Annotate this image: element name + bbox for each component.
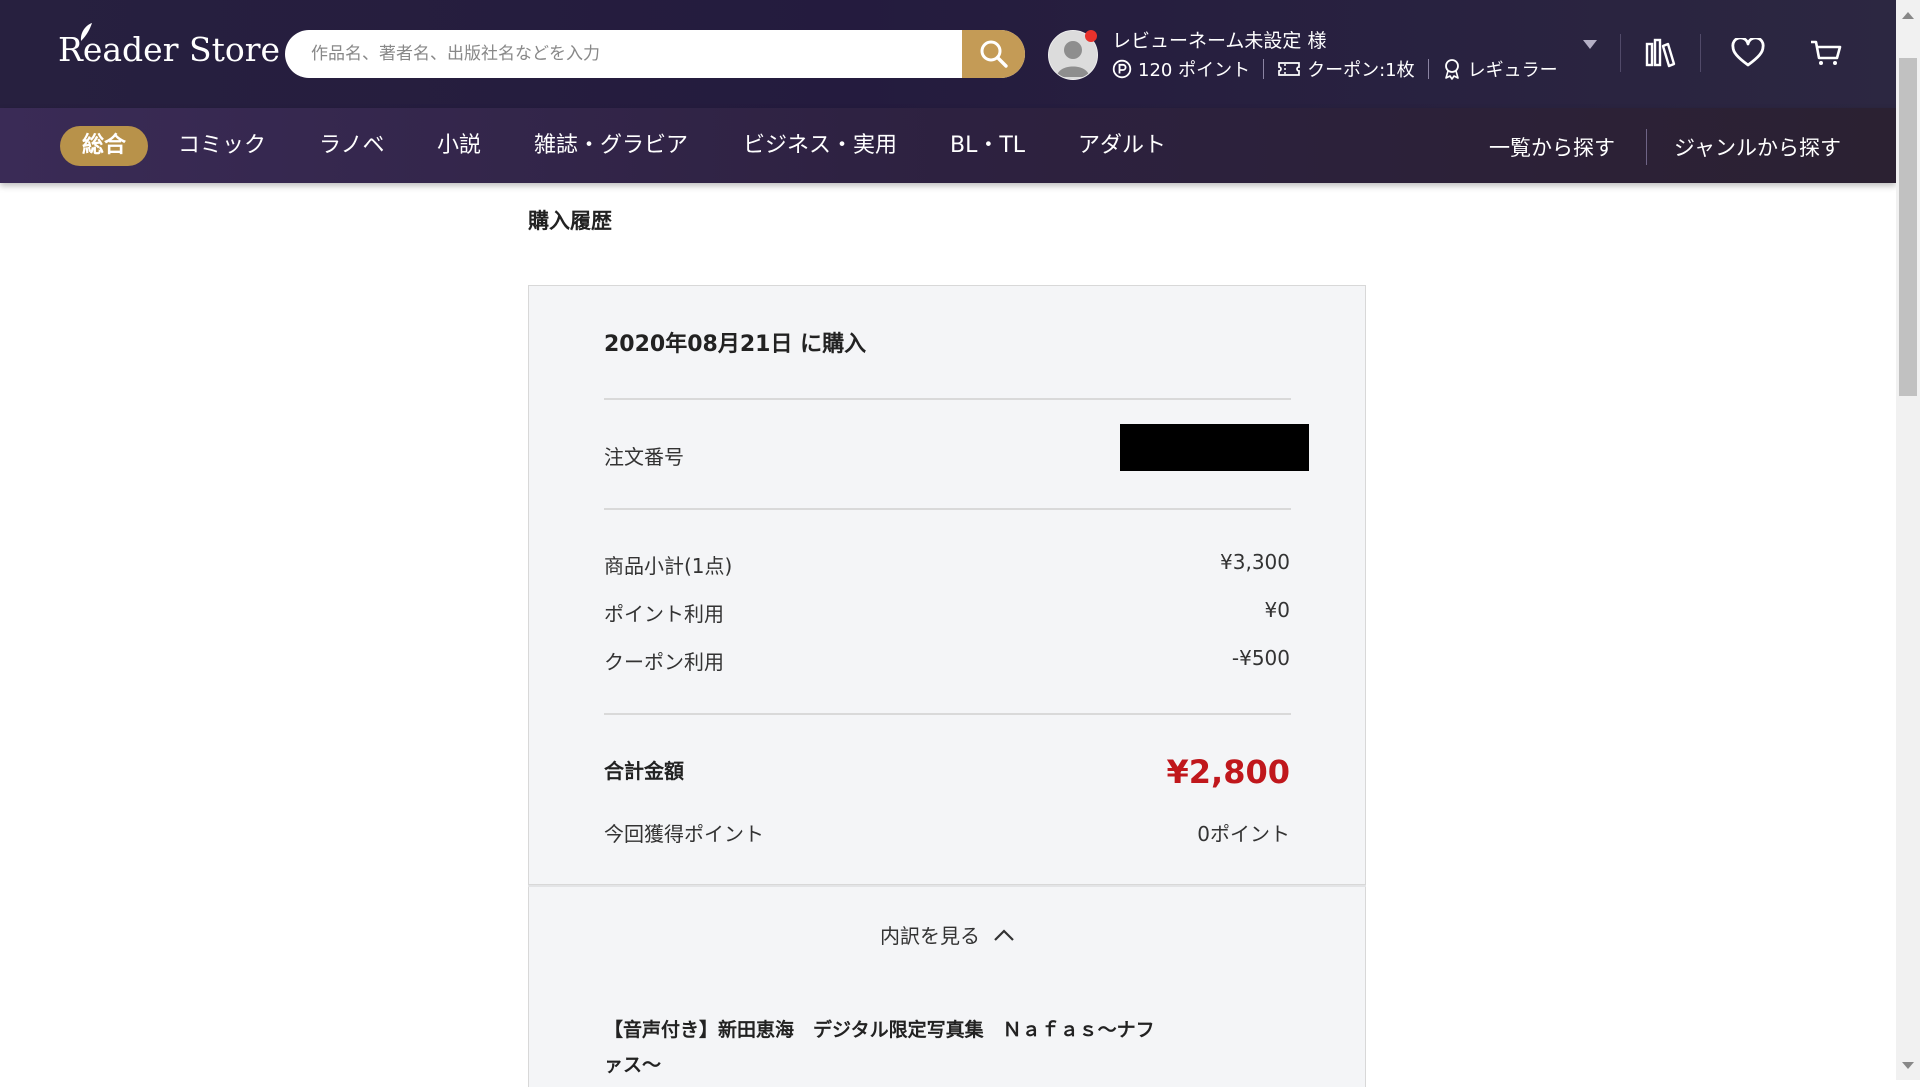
subtotal-label: 商品小計(1点) bbox=[604, 554, 733, 578]
coupon-used-label: クーポン利用 bbox=[604, 650, 724, 674]
browse-list-link[interactable]: 一覧から探す bbox=[1489, 128, 1615, 168]
points-text: 120 ポイント bbox=[1138, 60, 1251, 81]
header-divider bbox=[1620, 34, 1621, 72]
library-button[interactable] bbox=[1641, 33, 1681, 73]
search-bar bbox=[285, 30, 1025, 78]
leaf-icon bbox=[80, 23, 92, 41]
points-used-label: ポイント利用 bbox=[604, 602, 724, 626]
chevron-up-icon bbox=[994, 928, 1014, 941]
user-name[interactable]: レビューネーム未設定 様 bbox=[1112, 26, 1326, 53]
nav-item-adult[interactable]: アダルト bbox=[1078, 126, 1166, 166]
order-card bbox=[528, 285, 1366, 885]
search-button[interactable] bbox=[962, 30, 1025, 78]
details-toggle-button[interactable]: 内訳を見る bbox=[880, 920, 1016, 949]
nav-item-bl-tl[interactable]: BL・TL bbox=[950, 126, 1025, 166]
cart-icon bbox=[1811, 40, 1842, 65]
nav-item-general[interactable]: 総合 bbox=[60, 126, 149, 166]
nav-item-comic[interactable]: コミック bbox=[178, 126, 266, 166]
search-icon bbox=[980, 40, 1008, 68]
points-used-value: ¥0 bbox=[1264, 598, 1290, 622]
coupon-used-value: -¥500 bbox=[1231, 646, 1290, 670]
heart-icon bbox=[1731, 38, 1765, 67]
stats-divider bbox=[1427, 59, 1429, 79]
page-title: 購入履歴 bbox=[528, 209, 612, 233]
scrollbar-thumb[interactable] bbox=[1899, 58, 1917, 396]
cart-button[interactable] bbox=[1806, 33, 1846, 73]
redacted-order-number bbox=[1120, 424, 1309, 471]
wishlist-button[interactable] bbox=[1728, 33, 1768, 73]
divider bbox=[604, 398, 1291, 400]
user-stats: 120 ポイント クーポン:1枚 レギュラー bbox=[1112, 56, 1558, 82]
nav-item-novel[interactable]: 小説 bbox=[437, 126, 481, 166]
order-number-label: 注文番号 bbox=[604, 445, 684, 469]
coupon-stat[interactable]: クーポン:1枚 bbox=[1277, 56, 1415, 82]
browse-genre-link[interactable]: ジャンルから探す bbox=[1674, 128, 1841, 168]
ticket-icon bbox=[1278, 62, 1300, 76]
library-icon bbox=[1645, 38, 1676, 68]
nav-item-business[interactable]: ビジネス・実用 bbox=[743, 126, 897, 166]
details-toggle-label: 内訳を見る bbox=[880, 924, 980, 948]
purchase-date: 2020年08月21日 に購入 bbox=[604, 332, 867, 357]
search-input[interactable] bbox=[285, 30, 965, 78]
top-header: Reader Store レビューネーム未設定 様 120 ポイント bbox=[0, 0, 1896, 108]
divider bbox=[604, 713, 1291, 715]
rank-badge-icon bbox=[1444, 59, 1459, 80]
divider bbox=[604, 508, 1291, 510]
notification-dot bbox=[1085, 30, 1097, 42]
coupon-text: クーポン:1枚 bbox=[1307, 60, 1415, 81]
scroll-up-arrow-icon[interactable] bbox=[1902, 12, 1914, 19]
category-nav: 総合 コミック ラノベ 小説 雑誌・グラビア ビジネス・実用 BL・TL アダル… bbox=[0, 108, 1896, 183]
reader-store-logo[interactable]: Reader Store bbox=[58, 23, 280, 69]
rank-stat[interactable]: レギュラー bbox=[1442, 56, 1558, 82]
points-stat[interactable]: 120 ポイント bbox=[1112, 56, 1250, 82]
points-icon bbox=[1112, 59, 1132, 79]
total-label: 合計金額 bbox=[604, 759, 684, 783]
earned-points-label: 今回獲得ポイント bbox=[604, 822, 764, 846]
total-value: ¥2,800 bbox=[1166, 753, 1290, 791]
chevron-down-icon[interactable] bbox=[1583, 40, 1597, 49]
nav-item-magazine[interactable]: 雑誌・グラビア bbox=[534, 126, 688, 166]
rank-text: レギュラー bbox=[1467, 60, 1558, 81]
header-divider bbox=[1700, 34, 1701, 72]
earned-points-value: 0ポイント bbox=[1197, 822, 1290, 846]
nav-divider bbox=[1646, 129, 1647, 165]
nav-item-light-novel[interactable]: ラノベ bbox=[319, 126, 385, 166]
stats-divider bbox=[1263, 59, 1265, 79]
item-title[interactable]: 【音声付き】新田恵海 デジタル限定写真集 Ｎａｆａｓ～ナファス～ bbox=[604, 1013, 1164, 1083]
subtotal-value: ¥3,300 bbox=[1220, 550, 1290, 574]
scroll-down-arrow-icon[interactable] bbox=[1902, 1062, 1914, 1069]
